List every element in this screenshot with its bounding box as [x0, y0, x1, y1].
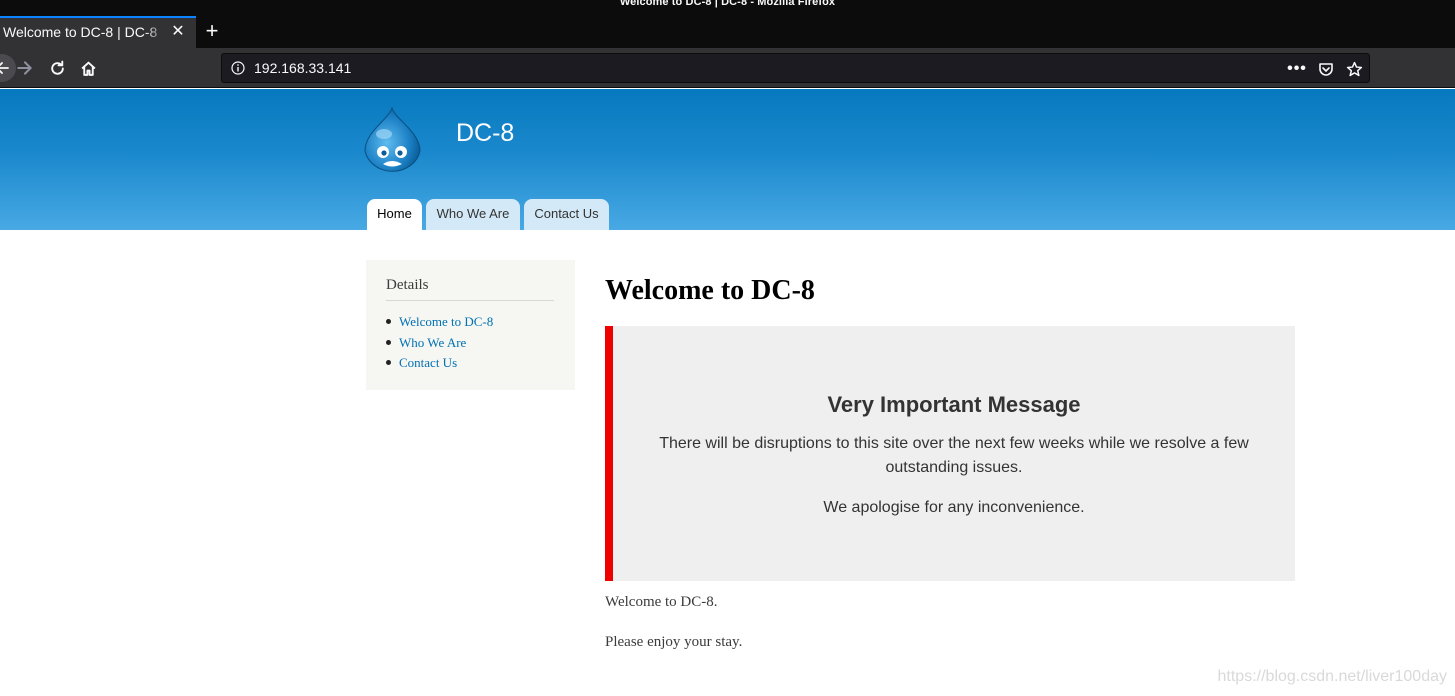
reload-button[interactable]	[43, 54, 71, 82]
site-name[interactable]: DC-8	[456, 119, 514, 148]
tab-strip: Welcome to DC-8 | DC-8 ✕ +	[0, 16, 1455, 48]
bullet-icon	[386, 360, 391, 365]
body-paragraph-enjoy: Please enjoy your stay.	[605, 634, 743, 650]
home-icon	[80, 61, 96, 76]
bullet-icon	[386, 339, 391, 345]
drupal-logo-icon[interactable]	[362, 106, 424, 176]
menu-tab-home[interactable]: Home	[367, 199, 422, 230]
close-tab-icon[interactable]: ✕	[168, 22, 188, 42]
bullet-icon	[386, 319, 391, 324]
sidebar-link-contact-us[interactable]: Contact Us	[399, 355, 457, 370]
notice-apology: We apologise for any inconvenience.	[823, 499, 1085, 516]
menu-tab-contact-us[interactable]: Contact Us	[524, 199, 609, 230]
browser-tab[interactable]: Welcome to DC-8 | DC-8 ✕	[0, 16, 196, 48]
forward-arrow-icon	[17, 61, 33, 75]
new-tab-button[interactable]: +	[200, 18, 224, 44]
reload-icon	[50, 60, 64, 75]
notice-heading: Very Important Message	[827, 392, 1081, 417]
list-item: Who We Are	[386, 335, 493, 356]
sidebar-details-block: Details Welcome to DC-8 Who We Are Conta…	[366, 260, 575, 390]
sidebar-link-welcome[interactable]: Welcome to DC-8	[399, 314, 493, 329]
sidebar-link-list: Welcome to DC-8 Who We Are Contact Us	[386, 314, 493, 376]
forward-button[interactable]	[11, 54, 39, 82]
back-arrow-icon	[0, 62, 9, 74]
important-message-box: Very Important Message There will be dis…	[605, 326, 1295, 581]
tab-title: Welcome to DC-8 | DC-8	[3, 24, 158, 40]
sidebar-link-who-we-are[interactable]: Who We Are	[399, 335, 466, 350]
body-paragraph-welcome: Welcome to DC-8.	[605, 594, 718, 610]
page-title: Welcome to DC-8	[605, 275, 815, 306]
watermark-text: https://blog.csdn.net/liver100day	[1217, 668, 1447, 685]
site-header: DC-8 Home Who We Are Contact Us	[0, 89, 1455, 230]
more-dots-icon[interactable]: •••	[1287, 59, 1307, 79]
navigation-toolbar: 192.168.33.141 •••	[0, 48, 1455, 88]
info-icon[interactable]	[231, 61, 245, 75]
url-text[interactable]: 192.168.33.141	[254, 60, 351, 76]
notice-text: There will be disruptions to this site o…	[659, 435, 1249, 476]
address-bar[interactable]: 192.168.33.141 •••	[221, 53, 1370, 83]
sidebar-title: Details	[386, 277, 554, 301]
window-title: Welcome to DC-8 | DC-8 - Mozilla Firefox	[619, 0, 836, 8]
list-item: Contact Us	[386, 355, 493, 376]
bookmark-star-icon[interactable]	[1344, 59, 1364, 79]
pocket-icon[interactable]	[1316, 59, 1336, 79]
menu-tab-who-we-are[interactable]: Who We Are	[426, 199, 520, 230]
window-titlebar: Welcome to DC-8 | DC-8 - Mozilla Firefox	[0, 0, 1455, 16]
list-item: Welcome to DC-8	[386, 314, 493, 335]
home-button[interactable]	[74, 54, 102, 82]
